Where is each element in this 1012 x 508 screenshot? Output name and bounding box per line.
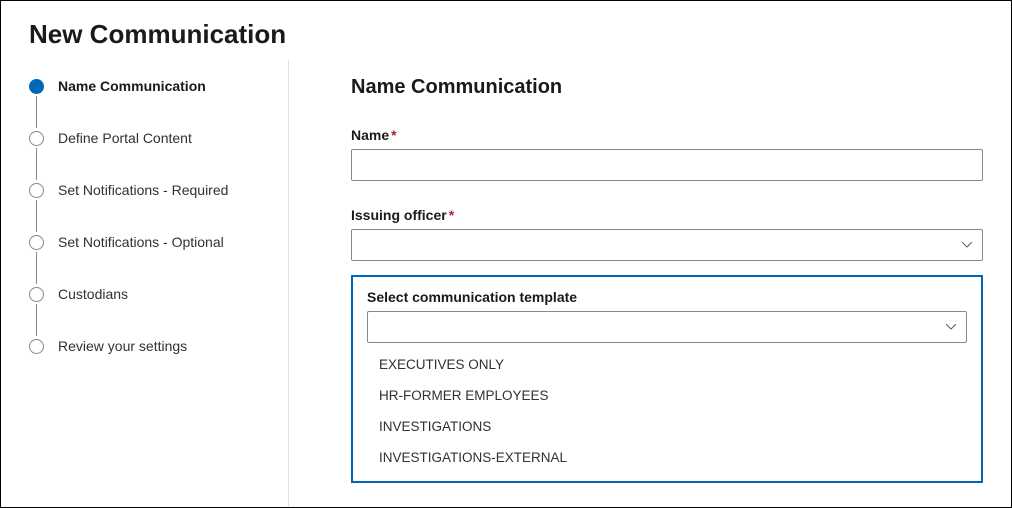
name-label: Name* (351, 127, 983, 143)
step-indicator-icon (29, 79, 44, 94)
step-connector (36, 304, 37, 336)
step-review-settings[interactable]: Review your settings (29, 336, 288, 356)
issuing-officer-select[interactable] (351, 229, 983, 261)
step-custodians[interactable]: Custodians (29, 284, 288, 304)
section-title: Name Communication (351, 76, 983, 99)
page-title: New Communication (1, 1, 1011, 60)
step-indicator-icon (29, 131, 44, 146)
layout: Name Communication Define Portal Content… (1, 60, 1011, 506)
issuing-officer-label: Issuing officer* (351, 207, 983, 223)
step-label: Set Notifications - Optional (58, 234, 224, 250)
template-option[interactable]: HR-FORMER EMPLOYEES (367, 380, 967, 411)
template-callout: Select communication template EXECUTIVES… (351, 275, 983, 483)
step-connector (36, 96, 37, 128)
form-panel: Name Communication Name* Issuing officer… (289, 60, 1011, 506)
step-label: Name Communication (58, 78, 206, 94)
step-label: Define Portal Content (58, 130, 192, 146)
step-connector (36, 252, 37, 284)
step-set-notifications-required[interactable]: Set Notifications - Required (29, 180, 288, 200)
step-connector (36, 200, 37, 232)
step-label: Custodians (58, 286, 128, 302)
step-indicator-icon (29, 183, 44, 198)
template-option[interactable]: INVESTIGATIONS (367, 411, 967, 442)
required-indicator: * (391, 127, 396, 143)
step-indicator-icon (29, 235, 44, 250)
chevron-down-icon (962, 240, 972, 250)
field-issuing-officer: Issuing officer* (351, 207, 983, 261)
template-dropdown-list: EXECUTIVES ONLY HR-FORMER EMPLOYEES INVE… (367, 347, 967, 481)
template-select[interactable] (367, 311, 967, 343)
wizard-steps-sidebar: Name Communication Define Portal Content… (1, 60, 289, 506)
step-indicator-icon (29, 287, 44, 302)
template-option[interactable]: INVESTIGATIONS-EXTERNAL (367, 442, 967, 473)
template-option[interactable]: EXECUTIVES ONLY (367, 349, 967, 380)
field-name: Name* (351, 127, 983, 181)
chevron-down-icon (946, 322, 956, 332)
step-set-notifications-optional[interactable]: Set Notifications - Optional (29, 232, 288, 252)
step-define-portal-content[interactable]: Define Portal Content (29, 128, 288, 148)
step-connector (36, 148, 37, 180)
step-label: Review your settings (58, 338, 187, 354)
step-indicator-icon (29, 339, 44, 354)
template-label: Select communication template (367, 289, 967, 305)
name-input[interactable] (351, 149, 983, 181)
step-name-communication[interactable]: Name Communication (29, 76, 288, 96)
step-label: Set Notifications - Required (58, 182, 228, 198)
required-indicator: * (449, 207, 454, 223)
